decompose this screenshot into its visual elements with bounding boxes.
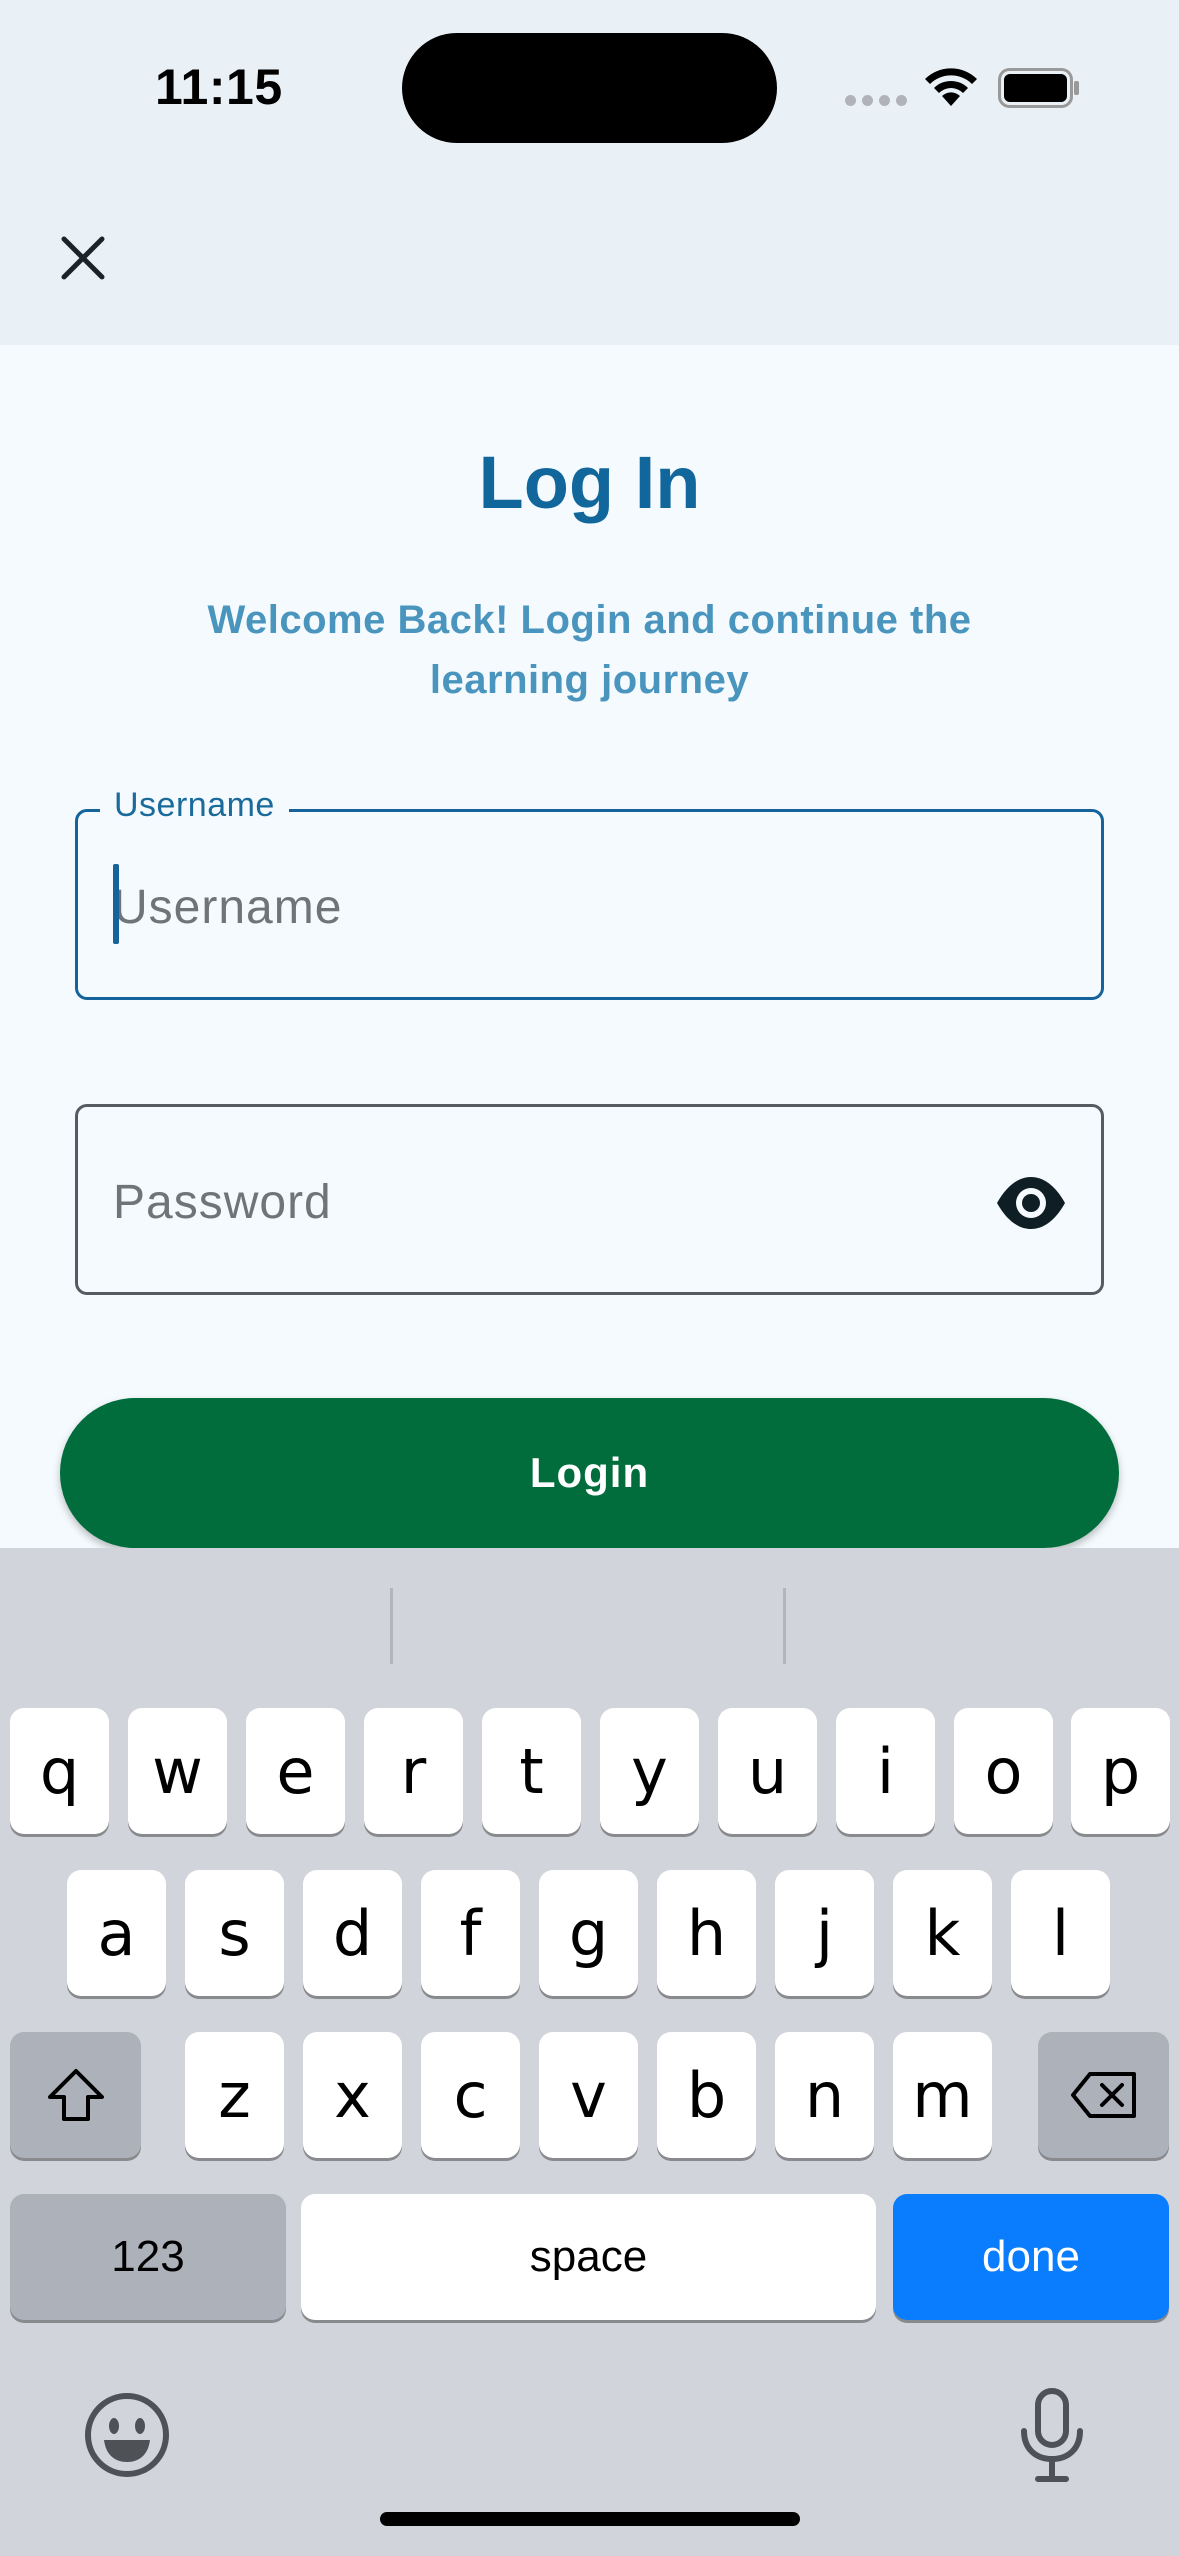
numbers-key[interactable]: 123 — [10, 2194, 286, 2320]
suggestion-divider — [390, 1588, 393, 1664]
username-field[interactable]: Username — [75, 786, 1104, 1000]
key-f[interactable]: f — [421, 1870, 520, 1996]
key-a[interactable]: a — [67, 1870, 166, 1996]
space-key[interactable]: space — [301, 2194, 876, 2320]
wifi-icon — [925, 68, 977, 106]
password-field[interactable] — [75, 1104, 1104, 1295]
key-m[interactable]: m — [893, 2032, 992, 2158]
key-z[interactable]: z — [185, 2032, 284, 2158]
microphone-icon[interactable] — [1012, 2385, 1092, 2485]
key-v[interactable]: v — [539, 2032, 638, 2158]
cellular-signal-icon — [845, 95, 907, 107]
key-u[interactable]: u — [718, 1708, 817, 1834]
close-icon — [61, 236, 105, 280]
key-k[interactable]: k — [893, 1870, 992, 1996]
key-j[interactable]: j — [775, 1870, 874, 1996]
key-n[interactable]: n — [775, 2032, 874, 2158]
eye-icon[interactable] — [995, 1167, 1067, 1239]
key-t[interactable]: t — [482, 1708, 581, 1834]
delete-key[interactable] — [1038, 2032, 1169, 2158]
key-x[interactable]: x — [303, 2032, 402, 2158]
emoji-icon[interactable] — [82, 2390, 172, 2480]
top-bar: 11:15 — [0, 0, 1179, 345]
key-e[interactable]: e — [246, 1708, 345, 1834]
key-d[interactable]: d — [303, 1870, 402, 1996]
page-subtitle: Welcome Back! Login and continue the lea… — [207, 598, 972, 702]
key-o[interactable]: o — [954, 1708, 1053, 1834]
login-button[interactable]: Login — [60, 1398, 1119, 1548]
key-w[interactable]: w — [128, 1708, 227, 1834]
key-i[interactable]: i — [836, 1708, 935, 1834]
username-input[interactable] — [113, 862, 993, 952]
key-b[interactable]: b — [657, 2032, 756, 2158]
home-indicator — [380, 2512, 800, 2526]
shift-icon — [47, 2069, 104, 2121]
close-button[interactable] — [50, 225, 116, 291]
username-label: Username — [100, 786, 289, 825]
page-title: Log In — [478, 441, 701, 524]
dynamic-island — [402, 33, 777, 143]
key-p[interactable]: p — [1071, 1708, 1170, 1834]
key-r[interactable]: r — [364, 1708, 463, 1834]
key-g[interactable]: g — [539, 1870, 638, 1996]
text-caret — [113, 864, 119, 944]
key-q[interactable]: q — [10, 1708, 109, 1834]
key-l[interactable]: l — [1011, 1870, 1110, 1996]
battery-icon — [998, 68, 1079, 108]
key-c[interactable]: c — [421, 2032, 520, 2158]
suggestion-divider — [783, 1588, 786, 1664]
done-key[interactable]: done — [893, 2194, 1169, 2320]
key-s[interactable]: s — [185, 1870, 284, 1996]
password-input[interactable] — [113, 1157, 993, 1247]
key-y[interactable]: y — [600, 1708, 699, 1834]
shift-key[interactable] — [10, 2032, 141, 2158]
status-time: 11:15 — [155, 59, 283, 115]
key-h[interactable]: h — [657, 1870, 756, 1996]
backspace-icon — [1070, 2072, 1136, 2118]
